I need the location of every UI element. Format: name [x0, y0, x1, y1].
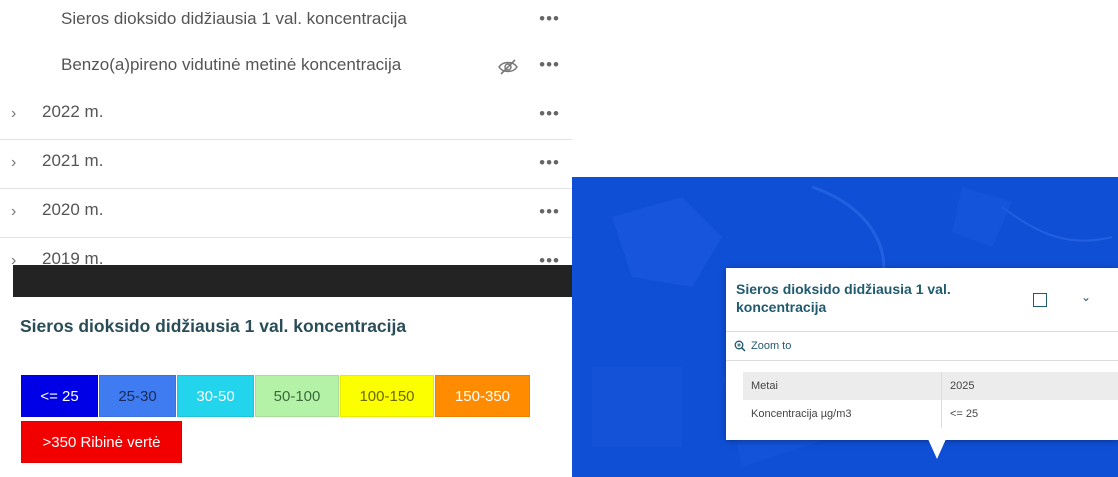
attribute-key: Metai [743, 372, 942, 400]
attribute-value: 2025 [941, 372, 1118, 400]
more-options-icon[interactable]: ••• [539, 55, 560, 75]
more-options-icon[interactable]: ••• [539, 202, 560, 222]
layer-group-2022[interactable]: › 2022 m. ••• [0, 91, 572, 140]
legend-swatch: 150-350 [435, 375, 530, 417]
separator-bar [13, 265, 572, 297]
chevron-down-icon[interactable]: ⌄ [1081, 290, 1091, 304]
layer-item-benzo-a-pireno[interactable]: Benzo(a)pireno vidutinė metinė koncentra… [0, 46, 572, 90]
attribute-value: <= 25 [950, 408, 979, 420]
layer-item-label: Sieros dioksido didžiausia 1 val. koncen… [61, 9, 407, 28]
more-options-icon[interactable]: ••• [539, 153, 560, 173]
more-options-icon[interactable]: ••• [539, 9, 560, 29]
legend-swatch: >350 Ribinė vertė [21, 421, 182, 463]
table-row: Koncentracija µg/m3 <= 25 [743, 400, 1118, 428]
layer-group-2020[interactable]: › 2020 m. ••• [0, 189, 572, 238]
legend-swatch: 100-150 [340, 375, 434, 417]
popup-pointer [928, 439, 946, 459]
divider [726, 360, 1118, 361]
chevron-right-icon[interactable]: › [11, 105, 16, 123]
legend-title: Sieros dioksido didžiausia 1 val. koncen… [20, 316, 407, 336]
legend-swatch: 25-30 [99, 375, 176, 417]
layer-group-2021[interactable]: › 2021 m. ••• [0, 140, 572, 189]
layer-item-label: Benzo(a)pireno vidutinė metinė koncentra… [61, 55, 402, 74]
layer-group-label: 2021 m. [42, 151, 104, 170]
zoom-to-button[interactable]: Zoom to [734, 340, 791, 352]
dock-icon[interactable] [1033, 293, 1047, 307]
zoom-to-label: Zoom to [751, 340, 792, 352]
chevron-right-icon[interactable]: › [11, 203, 16, 221]
feature-popup: Sieros dioksido didžiausia 1 val. koncen… [726, 268, 1118, 440]
divider [726, 331, 1118, 332]
table-row: Metai 2025 [743, 372, 1118, 400]
layer-group-label: 2020 m. [42, 200, 104, 219]
attribute-key: Koncentracija µg/m3 [743, 400, 942, 428]
eye-off-icon[interactable] [497, 58, 519, 76]
popup-title: Sieros dioksido didžiausia 1 val. koncen… [736, 281, 951, 315]
zoom-in-icon [734, 340, 746, 352]
chevron-right-icon[interactable]: › [11, 154, 16, 172]
more-options-icon[interactable]: ••• [539, 104, 560, 124]
layer-group-label: 2022 m. [42, 102, 104, 121]
legend-swatch: <= 25 [21, 375, 98, 417]
legend-swatch: 30-50 [177, 375, 254, 417]
legend-swatch: 50-100 [255, 375, 339, 417]
layer-list-panel: Sieros dioksido didžiausia 1 val. koncen… [0, 0, 572, 270]
attribute-table: Metai 2025 Koncentracija µg/m3 <= 25 [743, 372, 1118, 428]
layer-item-sieros-dioksido[interactable]: Sieros dioksido didžiausia 1 val. koncen… [0, 0, 572, 44]
